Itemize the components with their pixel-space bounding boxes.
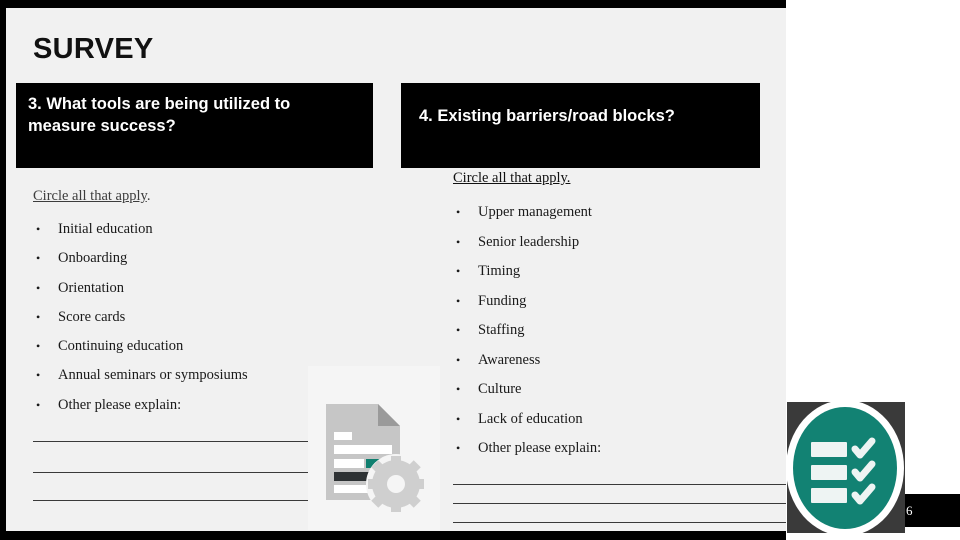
question-4-body: Circle all that apply. Upper management …	[453, 170, 773, 464]
list-item[interactable]: Continuing education	[33, 332, 363, 362]
question-4-option-list: Upper management Senior leadership Timin…	[453, 198, 773, 464]
list-item[interactable]: Score cards	[33, 303, 363, 333]
question-4-write-in-line-1[interactable]	[453, 484, 786, 485]
page-title: SURVEY	[33, 33, 154, 65]
question-4-heading-text: 4. Existing barriers/road blocks?	[419, 107, 675, 125]
slide-canvas: SURVEY 3. What tools are being utilized …	[0, 0, 960, 540]
question-3-heading: 3. What tools are being utilized to meas…	[16, 83, 373, 168]
question-3-instruction: Circle all that apply.	[33, 188, 363, 205]
question-4-instruction-text: Circle all that apply.	[453, 170, 571, 186]
list-item[interactable]: Lack of education	[453, 405, 773, 435]
slide-left-border	[0, 0, 6, 540]
question-3-heading-text: 3. What tools are being utilized to meas…	[28, 95, 291, 135]
list-item[interactable]: Other please explain:	[453, 434, 773, 464]
question-4-write-in-line-2[interactable]	[453, 503, 786, 504]
list-item[interactable]: Initial education	[33, 215, 363, 245]
question-3-write-in-line-2[interactable]	[33, 472, 309, 473]
document-gear-icon-svg	[326, 404, 426, 514]
list-item[interactable]: Staffing	[453, 316, 773, 346]
question-3-write-in-line-3[interactable]	[33, 500, 309, 501]
slide-bottom-border	[0, 531, 786, 540]
list-item[interactable]: Upper management	[453, 198, 773, 228]
question-3-instruction-period: .	[146, 188, 151, 204]
question-4-heading: 4. Existing barriers/road blocks?	[401, 83, 760, 168]
question-3-instruction-text: Circle all that apply	[33, 188, 147, 204]
slide-top-border	[0, 0, 786, 8]
list-item[interactable]: Orientation	[33, 274, 363, 304]
list-item[interactable]: Onboarding	[33, 244, 363, 274]
list-item[interactable]: Senior leadership	[453, 228, 773, 258]
question-3-write-in-line-1[interactable]	[33, 441, 309, 442]
question-4-write-in-line-3[interactable]	[453, 522, 786, 523]
list-item[interactable]: Timing	[453, 257, 773, 287]
list-item[interactable]: Culture	[453, 375, 773, 405]
checklist-logo	[786, 400, 905, 540]
document-gear-icon	[308, 366, 440, 530]
list-item[interactable]: Awareness	[453, 346, 773, 376]
checklist-icon	[811, 437, 876, 505]
question-4-instruction: Circle all that apply.	[453, 170, 773, 187]
list-item[interactable]: Funding	[453, 287, 773, 317]
